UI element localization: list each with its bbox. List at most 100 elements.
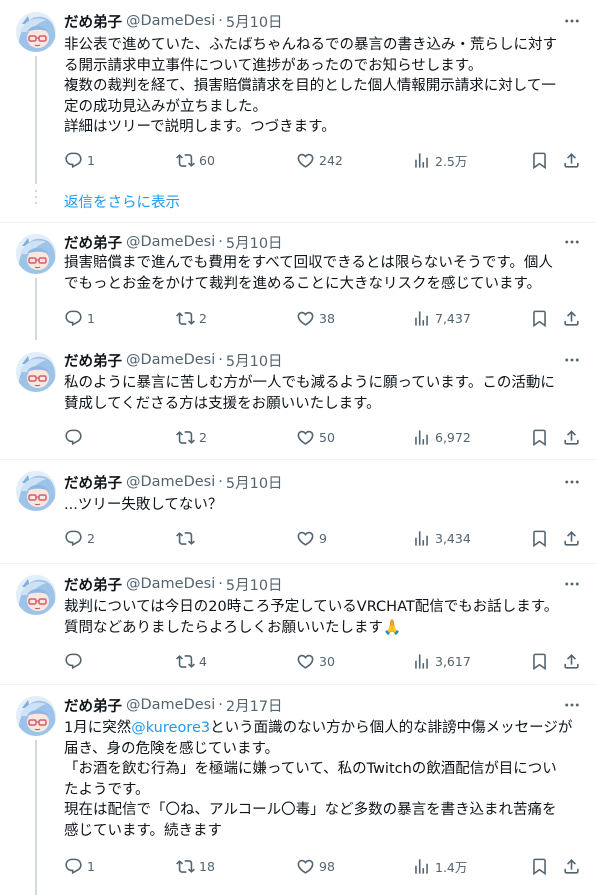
like-button[interactable]: 9 bbox=[296, 526, 327, 550]
tweet-header: だめ弟子 @DameDesi · 5月10日 bbox=[64, 574, 283, 594]
author-name[interactable]: だめ弟子 bbox=[64, 695, 122, 716]
view-count: 6,972 bbox=[435, 429, 471, 445]
reply-icon bbox=[64, 652, 83, 671]
retweet-button[interactable]: 4 bbox=[176, 649, 207, 673]
tweet-date[interactable]: 5月10日 bbox=[226, 350, 283, 371]
view-count: 7,437 bbox=[435, 310, 471, 326]
bookmark-button[interactable] bbox=[530, 649, 549, 673]
author-handle[interactable]: @DameDesi bbox=[126, 576, 215, 592]
author-handle[interactable]: @DameDesi bbox=[126, 234, 215, 250]
views-button[interactable]: 7,437 bbox=[412, 306, 471, 330]
tweet-text: 損害賠償まで進んでも費用をすべて回収できるとは限らないそうです。個人 でもっとお… bbox=[64, 253, 584, 294]
views-button[interactable]: 3,434 bbox=[412, 526, 471, 550]
more-icon[interactable] bbox=[562, 350, 582, 370]
author-name[interactable]: だめ弟子 bbox=[64, 11, 122, 32]
more-icon[interactable] bbox=[562, 695, 582, 715]
more-icon[interactable] bbox=[562, 11, 582, 31]
tweet-text-line: 感じています。続きます bbox=[64, 822, 223, 839]
views-button[interactable]: 2.5万 bbox=[412, 148, 467, 172]
like-icon bbox=[296, 652, 315, 671]
author-handle[interactable]: @DameDesi bbox=[126, 352, 215, 368]
reply-button[interactable]: 1 bbox=[64, 306, 95, 330]
more-icon[interactable] bbox=[562, 472, 582, 492]
separator-dot: · bbox=[218, 234, 223, 250]
reply-button[interactable]: 1 bbox=[64, 148, 95, 172]
avatar[interactable] bbox=[16, 471, 56, 511]
reply-button[interactable]: 1 bbox=[64, 854, 95, 878]
divider bbox=[0, 684, 596, 685]
divider bbox=[0, 222, 596, 223]
share-icon bbox=[562, 652, 581, 671]
retweet-count: 4 bbox=[199, 653, 207, 669]
tweet-date[interactable]: 5月10日 bbox=[226, 11, 283, 32]
share-icon bbox=[562, 529, 581, 548]
like-button[interactable]: 98 bbox=[296, 854, 335, 878]
like-button[interactable]: 38 bbox=[296, 306, 335, 330]
author-name[interactable]: だめ弟子 bbox=[64, 350, 122, 371]
retweet-count: 2 bbox=[199, 429, 207, 445]
bookmark-icon bbox=[530, 857, 549, 876]
tweet-date[interactable]: 2月17日 bbox=[226, 695, 283, 716]
reply-icon bbox=[64, 428, 83, 447]
bookmark-button[interactable] bbox=[530, 425, 549, 449]
bookmark-button[interactable] bbox=[530, 854, 549, 878]
share-button[interactable] bbox=[562, 306, 581, 330]
tweet-date[interactable]: 5月10日 bbox=[226, 472, 283, 493]
like-icon bbox=[296, 428, 315, 447]
retweet-icon bbox=[176, 428, 195, 447]
reply-count: 1 bbox=[87, 858, 95, 874]
views-button[interactable]: 1.4万 bbox=[412, 854, 467, 878]
author-handle[interactable]: @DameDesi bbox=[126, 474, 215, 490]
like-button[interactable]: 242 bbox=[296, 148, 343, 172]
retweet-count: 18 bbox=[199, 858, 215, 874]
retweet-button[interactable]: 2 bbox=[176, 425, 207, 449]
tweet-text-line: 私のように暴言に苦しむ方が一人でも減るように願っています。この活動に bbox=[64, 375, 555, 391]
tweet-text-fragment: 1月に突然 bbox=[64, 720, 132, 736]
retweet-button[interactable]: 18 bbox=[176, 854, 215, 878]
retweet-icon bbox=[176, 529, 195, 548]
separator-dot: · bbox=[218, 13, 223, 29]
bookmark-button[interactable] bbox=[530, 148, 549, 172]
more-icon[interactable] bbox=[562, 232, 582, 252]
like-icon bbox=[296, 151, 315, 170]
tweet-date[interactable]: 5月10日 bbox=[226, 574, 283, 595]
avatar[interactable] bbox=[16, 12, 56, 52]
views-button[interactable]: 6,972 bbox=[412, 425, 471, 449]
avatar[interactable] bbox=[16, 352, 56, 392]
retweet-button[interactable] bbox=[176, 526, 199, 550]
author-name[interactable]: だめ弟子 bbox=[64, 574, 122, 595]
tweet-text-line: 複数の裁判を経て、損害賠償請求を目的とした個人情報開示請求に対して一 bbox=[64, 78, 556, 94]
share-icon bbox=[562, 857, 581, 876]
share-button[interactable] bbox=[562, 649, 581, 673]
mention-link[interactable]: @kureore3 bbox=[131, 720, 210, 736]
share-button[interactable] bbox=[562, 425, 581, 449]
bookmark-button[interactable] bbox=[530, 306, 549, 330]
tweet-header: だめ弟子 @DameDesi · 5月10日 bbox=[64, 350, 283, 370]
avatar[interactable] bbox=[16, 696, 56, 736]
author-name[interactable]: だめ弟子 bbox=[64, 472, 122, 493]
share-button[interactable] bbox=[562, 526, 581, 550]
action-bar: 1 60 242 2.5万 bbox=[60, 148, 588, 172]
retweet-button[interactable]: 2 bbox=[176, 306, 207, 330]
views-button[interactable]: 3,617 bbox=[412, 649, 471, 673]
like-count: 98 bbox=[319, 858, 335, 874]
reply-button[interactable] bbox=[64, 649, 87, 673]
tweet-date[interactable]: 5月10日 bbox=[226, 232, 283, 253]
reply-button[interactable] bbox=[64, 425, 87, 449]
more-icon[interactable] bbox=[562, 574, 582, 594]
author-handle[interactable]: @DameDesi bbox=[126, 697, 215, 713]
show-more-replies-link[interactable]: 返信をさらに表示 bbox=[64, 191, 180, 212]
avatar[interactable] bbox=[16, 575, 56, 615]
tweet-text: 1月に突然@kureore3という面識のない方から個人的な誹謗中傷メッセージが … bbox=[64, 718, 584, 841]
avatar[interactable] bbox=[16, 234, 56, 274]
reply-button[interactable]: 2 bbox=[64, 526, 95, 550]
retweet-button[interactable]: 60 bbox=[176, 148, 215, 172]
share-button[interactable] bbox=[562, 854, 581, 878]
like-button[interactable]: 50 bbox=[296, 425, 335, 449]
reply-icon bbox=[64, 309, 83, 328]
like-button[interactable]: 30 bbox=[296, 649, 335, 673]
author-handle[interactable]: @DameDesi bbox=[126, 13, 215, 29]
bookmark-button[interactable] bbox=[530, 526, 549, 550]
share-button[interactable] bbox=[562, 148, 581, 172]
author-name[interactable]: だめ弟子 bbox=[64, 232, 122, 253]
